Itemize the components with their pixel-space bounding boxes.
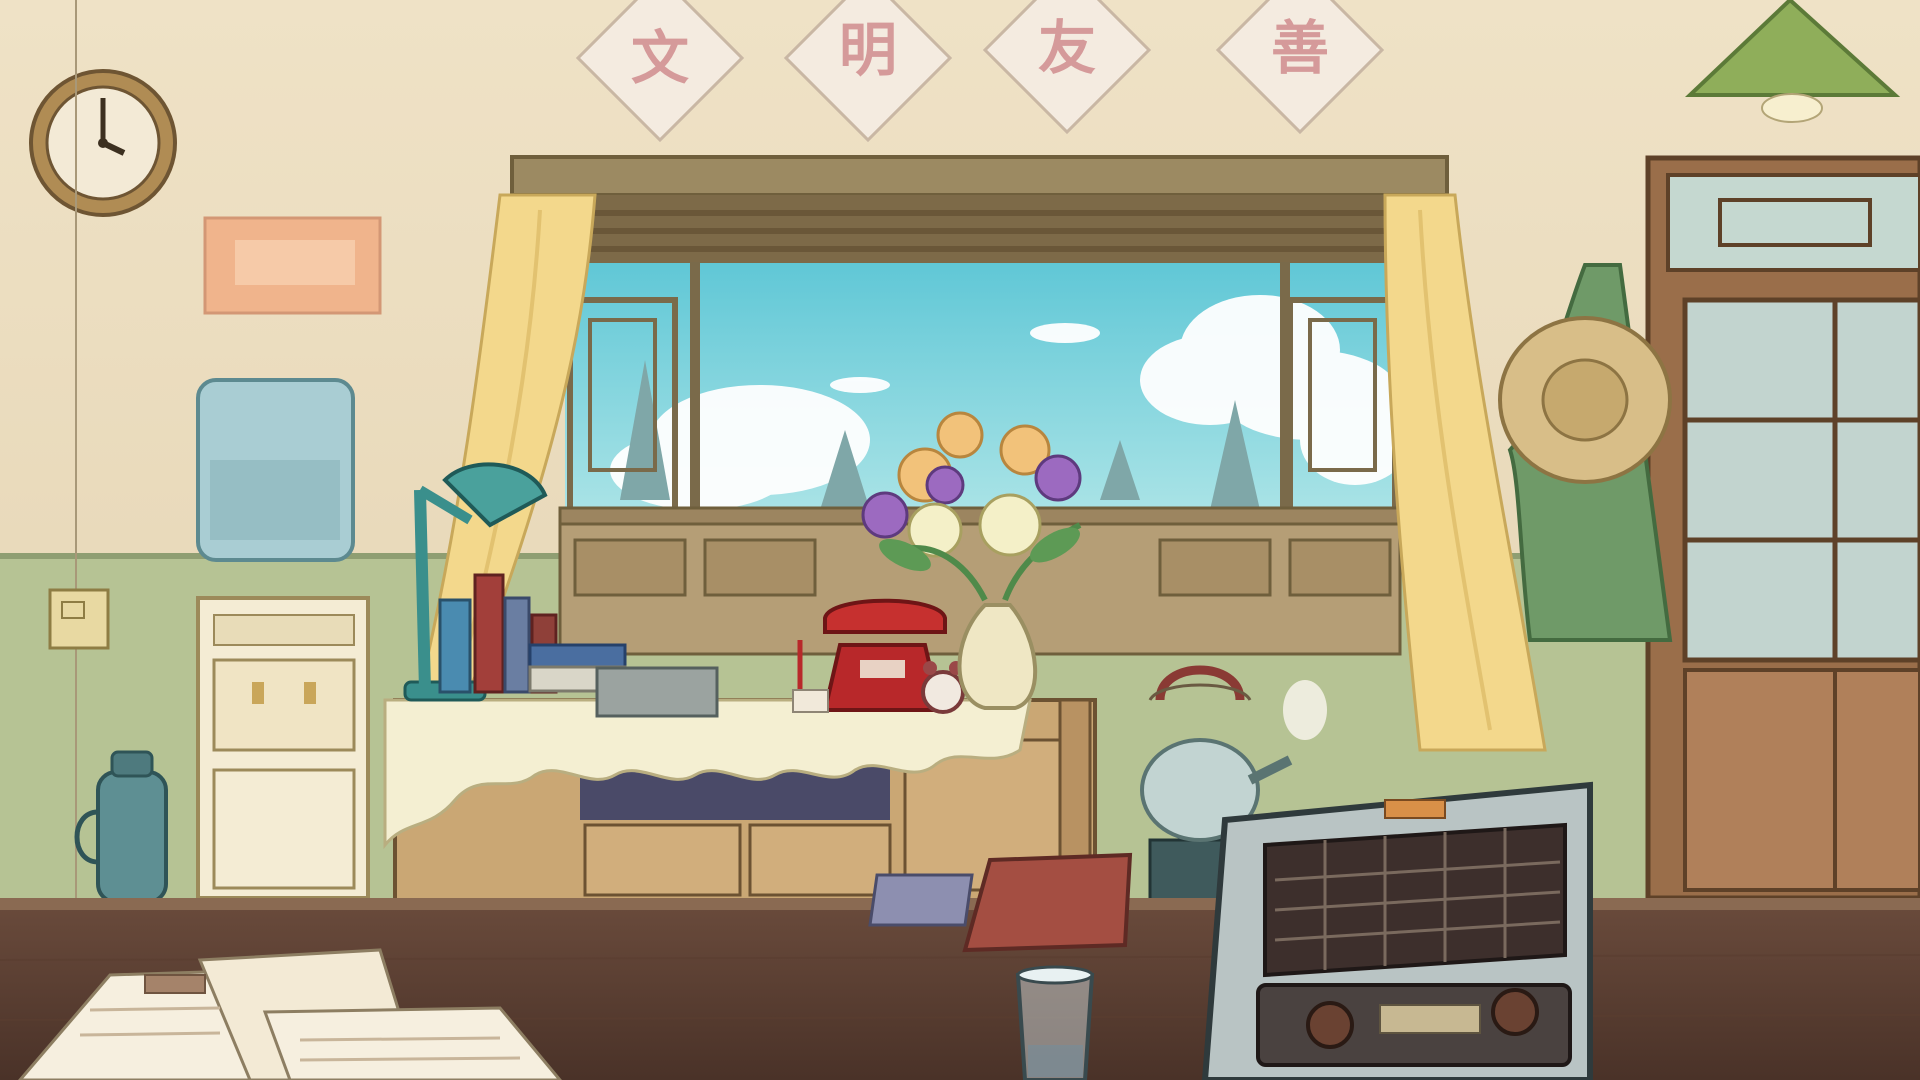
water-dispenser[interactable] bbox=[196, 378, 370, 900]
banner-char-2: 明 bbox=[839, 16, 897, 84]
banner-char-3: 友 bbox=[1038, 14, 1096, 82]
radio-knob-left[interactable] bbox=[1306, 1001, 1354, 1049]
room-canvas: 文 明 友 善 bbox=[0, 0, 1920, 1080]
water-glass[interactable] bbox=[1015, 965, 1095, 1080]
wooden-door[interactable] bbox=[1645, 155, 1920, 901]
banner-char-4: 善 bbox=[1271, 14, 1329, 82]
radio-dial bbox=[1379, 1004, 1481, 1034]
wall-clock[interactable] bbox=[29, 69, 177, 217]
game-scene: 文 明 友 善 bbox=[0, 0, 1920, 1080]
radio[interactable] bbox=[1201, 781, 1593, 1080]
curtain-pelmet bbox=[510, 155, 1449, 197]
straw-hat[interactable] bbox=[1498, 316, 1672, 484]
banner-char-1: 文 bbox=[631, 24, 689, 92]
window bbox=[510, 155, 1449, 656]
wall-notice[interactable] bbox=[203, 216, 382, 315]
wall-switch bbox=[48, 588, 110, 650]
radio-knob-right[interactable] bbox=[1491, 988, 1539, 1036]
steam bbox=[1283, 680, 1327, 740]
